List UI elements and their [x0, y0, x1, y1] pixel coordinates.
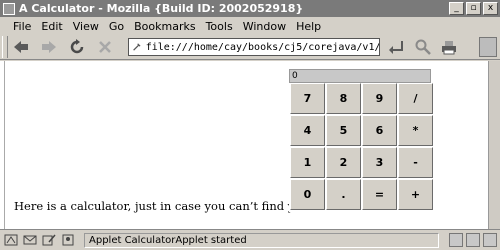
composer-button[interactable]: [41, 233, 57, 247]
menu-bar: File Edit View Go Bookmarks Tools Window…: [0, 17, 500, 35]
mail-icon: [23, 235, 37, 245]
menu-help[interactable]: Help: [291, 20, 326, 33]
title-bar: A Calculator - Mozilla {Build ID: 200205…: [0, 0, 500, 17]
key-decimal[interactable]: .: [326, 179, 361, 210]
menu-view[interactable]: View: [68, 20, 104, 33]
close-button[interactable]: x: [483, 2, 498, 15]
menu-file[interactable]: File: [8, 20, 36, 33]
mail-button[interactable]: [22, 233, 38, 247]
key-9[interactable]: 9: [362, 83, 397, 114]
address-book-button[interactable]: [60, 233, 76, 247]
stop-icon: [99, 41, 111, 53]
key-4[interactable]: 4: [290, 115, 325, 146]
print-button[interactable]: [438, 36, 460, 58]
stop-button[interactable]: [92, 36, 118, 58]
menu-bookmarks[interactable]: Bookmarks: [129, 20, 200, 33]
toolbar-right-buttons: [386, 36, 460, 58]
sidebar-splitter[interactable]: [0, 61, 5, 229]
reload-button[interactable]: [64, 36, 90, 58]
composer-icon: [42, 234, 56, 246]
back-button[interactable]: [8, 36, 34, 58]
reload-icon: [70, 39, 84, 54]
url-field[interactable]: file:///home/cay/books/cj5/corejava/v1/v…: [128, 38, 380, 56]
key-minus[interactable]: -: [398, 147, 433, 178]
page-paragraph: Here is a calculator, just in case you c…: [14, 199, 324, 213]
key-2[interactable]: 2: [326, 147, 361, 178]
key-plus[interactable]: +: [398, 179, 433, 210]
security-lock-icon: [466, 233, 480, 247]
maximize-button[interactable]: ▫: [466, 2, 481, 15]
go-arrow-icon: [389, 41, 403, 54]
printer-icon: [442, 41, 456, 55]
online-status-icon[interactable]: [449, 233, 463, 247]
calculator-applet: 0 7 8 9 / 4 5 6 * 1 2 3 - 0 . = +: [289, 69, 433, 212]
menu-go[interactable]: Go: [104, 20, 129, 33]
minimize-button[interactable]: _: [449, 2, 464, 15]
navigator-icon: [4, 234, 18, 246]
go-button[interactable]: [386, 36, 408, 58]
search-icon: [415, 39, 431, 55]
vertical-scrollbar[interactable]: [488, 61, 500, 229]
key-divide[interactable]: /: [398, 83, 433, 114]
calculator-display: 0: [289, 69, 431, 83]
throbber-icon[interactable]: [479, 37, 497, 57]
search-button[interactable]: [412, 36, 434, 58]
key-multiply[interactable]: *: [398, 115, 433, 146]
window-controls: _ ▫ x: [449, 2, 498, 15]
window-menu-icon[interactable]: [3, 2, 15, 15]
key-equals[interactable]: =: [362, 179, 397, 210]
key-3[interactable]: 3: [362, 147, 397, 178]
menu-edit[interactable]: Edit: [36, 20, 67, 33]
resize-grip-icon[interactable]: [483, 233, 497, 247]
status-bar: Applet CalculatorApplet started: [0, 229, 500, 250]
page-proxy-icon[interactable]: [132, 41, 142, 53]
navigation-toolbar: file:///home/cay/books/cj5/corejava/v1/v…: [0, 35, 500, 60]
key-0[interactable]: 0: [290, 179, 325, 210]
address-book-icon: [62, 234, 74, 246]
key-8[interactable]: 8: [326, 83, 361, 114]
key-1[interactable]: 1: [290, 147, 325, 178]
key-7[interactable]: 7: [290, 83, 325, 114]
forward-button[interactable]: [36, 36, 62, 58]
key-6[interactable]: 6: [362, 115, 397, 146]
status-indicators: [449, 233, 497, 247]
forward-arrow-icon: [42, 41, 56, 53]
key-5[interactable]: 5: [326, 115, 361, 146]
url-text: file:///home/cay/books/cj5/corejava/v1/v…: [145, 41, 379, 53]
back-arrow-icon: [14, 41, 28, 53]
navigator-button[interactable]: [3, 233, 19, 247]
menu-tools[interactable]: Tools: [201, 20, 238, 33]
menu-window[interactable]: Window: [238, 20, 291, 33]
status-message: Applet CalculatorApplet started: [84, 232, 439, 248]
window-title: A Calculator - Mozilla {Build ID: 200205…: [19, 2, 304, 15]
calculator-keypad: 7 8 9 / 4 5 6 * 1 2 3 - 0 . = +: [289, 83, 433, 211]
